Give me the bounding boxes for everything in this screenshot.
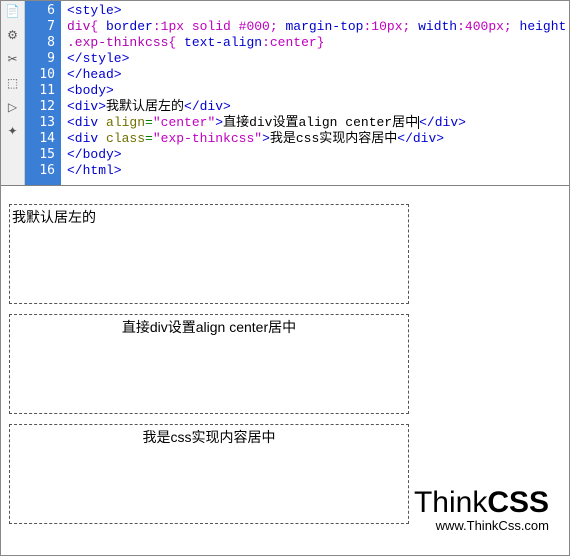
code-line[interactable]: </body> [67,147,569,163]
logo-text: ThinkCSS [414,486,549,520]
code-editor: 📄 ⚙ ✂ ⬚ ▷ ✦ 678910111213141516 <style>di… [1,1,569,186]
editor-toolbar: 📄 ⚙ ✂ ⬚ ▷ ✦ [1,1,25,185]
line-number: 12 [25,99,55,115]
code-line[interactable]: <style> [67,3,569,19]
code-content[interactable]: <style>div{ border:1px solid #000; margi… [61,1,569,185]
logo-url: www.ThinkCss.com [414,518,549,533]
code-line[interactable]: <div>我默认居左的</div> [67,99,569,115]
line-number: 14 [25,131,55,147]
demo-box-default: 我默认居左的 [9,204,409,304]
demo-box-css-center: 我是css实现内容居中 [9,424,409,524]
line-number: 7 [25,19,55,35]
code-line[interactable]: div{ border:1px solid #000; margin-top:1… [67,19,569,35]
logo-bold: CSS [487,486,549,519]
line-number: 13 [25,115,55,131]
line-number: 8 [25,35,55,51]
code-line[interactable]: </style> [67,51,569,67]
preview-pane: 我默认居左的 直接div设置align center居中 我是css实现内容居中… [1,186,569,551]
code-line[interactable]: <div align="center">直接div设置align center居… [67,115,569,131]
scissors-icon[interactable]: ✂ [5,51,21,67]
wand-icon[interactable]: ✦ [5,123,21,139]
code-line[interactable]: </html> [67,163,569,179]
demo-box-align-center: 直接div设置align center居中 [9,314,409,414]
select-icon[interactable]: ⬚ [5,75,21,91]
logo-thin: Think [414,486,487,519]
line-number: 15 [25,147,55,163]
line-number: 9 [25,51,55,67]
line-number: 16 [25,163,55,179]
gear-icon[interactable]: ⚙ [5,27,21,43]
line-number: 11 [25,83,55,99]
triangle-icon[interactable]: ▷ [5,99,21,115]
code-line[interactable]: <body> [67,83,569,99]
code-line[interactable]: </head> [67,67,569,83]
file-icon[interactable]: 📄 [5,3,21,19]
line-number: 10 [25,67,55,83]
code-line[interactable]: <div class="exp-thinkcss">我是css实现内容居中</d… [67,131,569,147]
code-line[interactable]: .exp-thinkcss{ text-align:center} [67,35,569,51]
watermark-logo: ThinkCSS www.ThinkCss.com [414,486,549,533]
line-gutter: 678910111213141516 [25,1,61,185]
line-number: 6 [25,3,55,19]
